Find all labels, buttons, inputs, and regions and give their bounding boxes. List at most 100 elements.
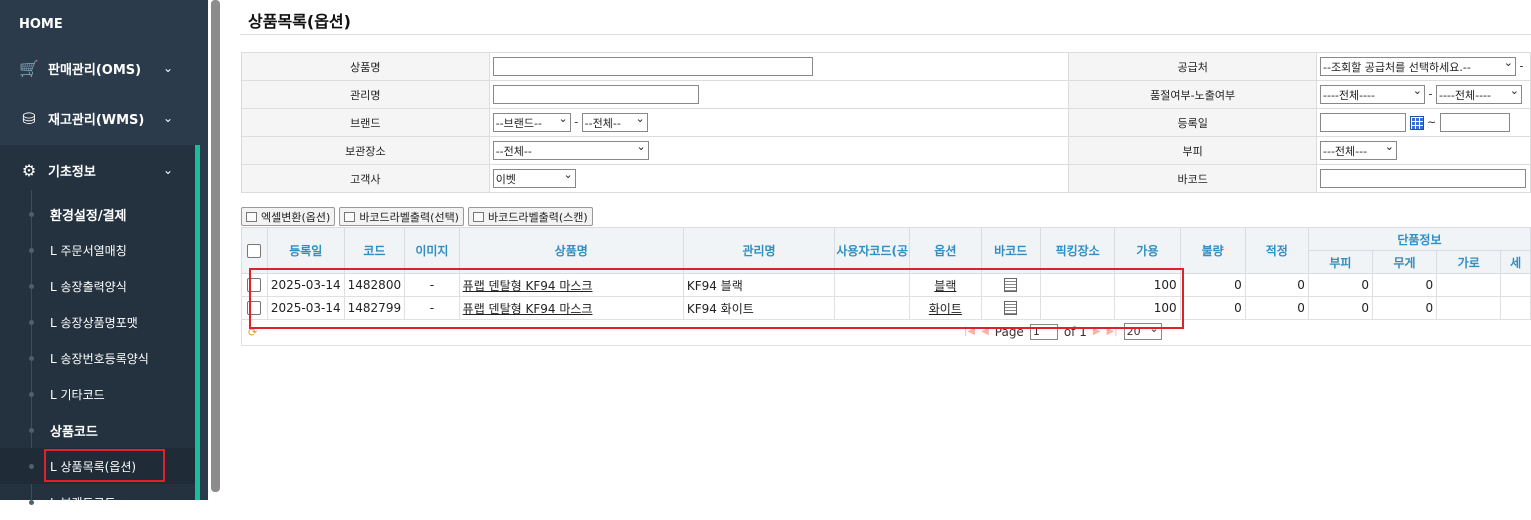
col-name[interactable]: 상품명 [458,227,684,274]
cell-width [1436,296,1502,320]
cell-volume: 0 [1307,296,1374,320]
sidebar-item-order-matching[interactable]: L 주문서열매칭 [0,232,195,268]
col-usercode[interactable]: 사용자코드(공 [834,227,911,274]
bullet-icon [29,391,34,397]
cell-weight: 0 [1371,296,1438,320]
cell-defect: 0 [1179,273,1246,297]
exposure-select[interactable]: ----전체---- [1435,85,1522,104]
cell-volume: 0 [1307,273,1374,297]
col-regdate[interactable]: 등록일 [266,227,345,274]
customer-select[interactable]: 이벳 [492,169,576,188]
product-name-label: 상품명 [241,52,490,81]
grid-toolbar: 엑셀변환(옵션) 바코드라벨출력(선택) 바코드라벨출력(스캔) [241,207,593,226]
col-defect[interactable]: 불량 [1179,227,1246,274]
sidebar: HOME 🛒 판매관리(OMS) ⌄ ⛁ 재고관리(WMS) ⌄ ⚙ 기초정보 … [0,0,208,510]
bullet-icon [29,499,34,505]
grid-icon [472,211,484,222]
sidebar-active-indicator [195,145,200,500]
cell-proper: 0 [1244,273,1309,297]
cell-length [1500,273,1531,297]
col-picking[interactable]: 픽킹장소 [1039,227,1116,274]
chevron-down-icon: ⌄ [162,163,174,177]
sidebar-menu-basic-info[interactable]: ⚙ 기초정보 ⌄ [0,145,200,195]
col-code[interactable]: 코드 [343,227,406,274]
sidebar-menu-oms[interactable]: 🛒 판매관리(OMS) ⌄ [0,43,200,93]
col-barcode[interactable]: 바코드 [980,227,1041,274]
volume-select[interactable]: ---전체--- [1320,141,1397,160]
cell-defect: 0 [1179,296,1246,320]
supplier-select[interactable]: --조회할 공급처를 선택하세요.-- [1320,57,1516,76]
cart-icon: 🛒 [19,58,39,78]
sidebar-menu-label: 재고관리(WMS) [48,112,145,128]
manage-name-label: 관리명 [241,80,490,109]
calendar-icon[interactable] [1409,115,1424,130]
brand-sep: - [574,115,579,129]
grid-icon [344,211,356,222]
bullet-icon [29,355,34,361]
storage-select[interactable]: --전체-- [492,141,649,160]
title-divider [240,34,1531,35]
sidebar-item-brand-code[interactable]: L 브랜드코드 [0,484,195,520]
regdate-label: 등록일 [1068,108,1317,137]
storage-label: 보관장소 [241,136,490,165]
highlight-box-sidebar [44,449,165,482]
bullet-icon [29,463,34,469]
chevron-down-icon: ⌄ [162,61,174,75]
bullet-icon [29,247,34,253]
col-manage[interactable]: 관리명 [682,227,836,274]
bullet-icon [29,283,34,289]
col-image[interactable]: 이미지 [404,227,460,274]
bullet-icon [29,319,34,325]
sidebar-item-invoice-number-form[interactable]: L 송장번호등록양식 [0,340,195,376]
sidebar-item-other-code[interactable]: L 기타코드 [0,376,195,412]
sidebar-menu-label: 판매관리(OMS) [48,62,142,78]
barcode-input[interactable] [1320,169,1526,188]
sidebar-item-invoice-product-format[interactable]: L 송장상품명포맷 [0,304,195,340]
page-title: 상품목록(옵션) [248,12,351,31]
sidebar-menu-label: 기초정보 [48,164,96,180]
col-avail[interactable]: 가용 [1114,227,1181,274]
cell-weight: 0 [1371,273,1438,297]
customer-label: 고객사 [241,164,490,193]
col-width[interactable]: 가로 [1436,250,1502,274]
cell-length [1500,296,1531,320]
col-option[interactable]: 옵션 [909,227,982,274]
sidebar-item-invoice-form[interactable]: L 송장출력양식 [0,268,195,304]
brand-select[interactable]: --브랜드-- [492,113,571,132]
col-proper[interactable]: 적정 [1244,227,1309,274]
col-group-unit: 단품정보 [1307,227,1531,251]
product-name-input[interactable] [492,57,813,76]
regdate-to-input[interactable] [1439,113,1510,132]
soldout-sep: - [1428,87,1433,101]
gear-icon: ⚙ [21,160,37,180]
grid-icon [246,211,257,222]
search-form: 상품명 공급처 --조회할 공급처를 선택하세요.-- - 관리명 품절여부-노… [241,52,1531,193]
sidebar-home[interactable]: HOME [19,17,63,32]
col-volume[interactable]: 부피 [1307,250,1374,274]
sidebar-item-settings[interactable]: 환경설정/결제 [0,196,195,232]
col-length[interactable]: 세 [1500,250,1531,274]
sidebar-menu-wms[interactable]: ⛁ 재고관리(WMS) ⌄ [0,93,200,143]
volume-label: 부피 [1068,136,1317,165]
brand-label: 브랜드 [241,108,490,137]
boxes-icon: ⛁ [22,108,36,128]
sidebar-item-product-code[interactable]: 상품코드 [0,412,195,448]
barcode-print-selected-button[interactable]: 바코드라벨출력(선택) [339,207,464,226]
highlight-box-rows [249,268,1184,329]
barcode-print-scan-button[interactable]: 바코드라벨출력(스캔) [467,207,593,226]
soldout-select[interactable]: ----전체---- [1320,85,1425,104]
manage-name-input[interactable] [492,85,699,104]
regdate-from-input[interactable] [1320,113,1406,132]
col-weight[interactable]: 무게 [1371,250,1438,274]
chevron-down-icon: ⌄ [162,111,174,125]
select-all-header [241,227,268,274]
cell-width [1436,273,1502,297]
supplier-sep: - [1519,59,1524,73]
supplier-label: 공급처 [1068,52,1317,81]
brand-all-select[interactable]: --전체-- [581,113,648,132]
select-all-checkbox[interactable] [247,243,262,258]
barcode-label: 바코드 [1068,164,1317,193]
bullet-icon [29,427,34,433]
excel-export-button[interactable]: 엑셀변환(옵션) [241,207,336,226]
sidebar-scrollbar[interactable] [211,0,220,492]
